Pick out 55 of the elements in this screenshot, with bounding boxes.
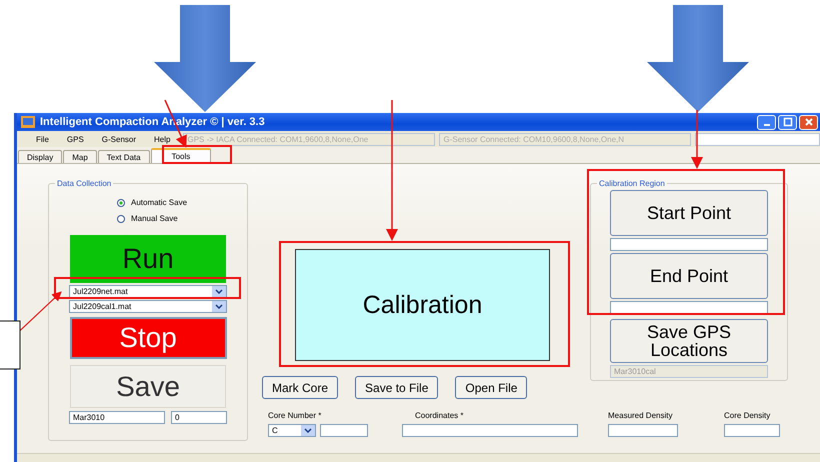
group-title: Data Collection (56, 179, 112, 188)
save-gps-button[interactable]: Save GPS Locations (610, 319, 768, 363)
calibration-button[interactable]: Calibration (295, 249, 550, 361)
app-icon (21, 116, 35, 128)
radio-label: Manual Save (130, 214, 178, 223)
input-field[interactable] (608, 424, 678, 437)
close-button[interactable] (799, 114, 818, 130)
radio-button[interactable] (116, 214, 125, 222)
field-label: Coordinates * (415, 411, 464, 420)
pointer-arrow (691, 110, 703, 169)
input-field[interactable] (695, 132, 820, 146)
start-point-button[interactable]: Start Point (610, 190, 768, 236)
input-field[interactable] (610, 301, 768, 314)
status-field: GPS -> IACA Connected: COM1,9600,8,None,One (183, 132, 436, 146)
field-label: Core Number * (268, 411, 322, 420)
minimize-button[interactable] (757, 114, 776, 130)
core-prefix-dropdown[interactable]: C (268, 424, 316, 437)
save-button[interactable]: Save (70, 365, 226, 408)
group-title: Calibration Region (598, 179, 666, 188)
highlight-frame (162, 145, 232, 164)
caret-icon (304, 428, 312, 433)
caret-icon (215, 304, 223, 309)
field-label: Measured Density (608, 411, 674, 420)
maximize-icon (782, 117, 792, 127)
input-field[interactable] (610, 238, 768, 251)
callout-box (0, 320, 20, 370)
menu-item[interactable]: Help (145, 134, 180, 144)
close-icon (804, 117, 814, 127)
run-button[interactable]: Run (70, 235, 226, 283)
input-field[interactable]: 0 (171, 411, 227, 424)
caret-icon (215, 289, 223, 294)
field-label: Core Density (724, 411, 772, 420)
maximize-button[interactable] (778, 114, 797, 130)
action-button[interactable]: Open File (455, 376, 528, 399)
tab[interactable]: Map (63, 150, 97, 163)
minimize-icon (764, 124, 770, 126)
tab[interactable]: Tools (150, 148, 212, 163)
input-field[interactable]: Mar3010 (69, 411, 165, 424)
tab[interactable]: Text Data (98, 150, 150, 163)
menu-item[interactable]: G-Sensor (92, 134, 146, 144)
input-field[interactable] (320, 424, 368, 437)
stop-button[interactable]: Stop (70, 317, 226, 359)
input-field[interactable] (402, 424, 578, 437)
tab[interactable]: Display (18, 150, 62, 163)
file-dropdown[interactable]: Jul2209cal1.mat (69, 300, 227, 313)
radio-label: Automatic Save (130, 198, 188, 207)
end-point-button[interactable]: End Point (610, 253, 768, 299)
input-field[interactable] (724, 424, 780, 437)
menu-item[interactable]: File (27, 134, 58, 144)
radio-button[interactable] (116, 198, 125, 206)
action-button[interactable]: Save to File (355, 376, 438, 399)
file-dropdown[interactable]: Jul2209net.mat (69, 285, 227, 298)
action-button[interactable]: Mark Core (262, 376, 338, 399)
menu-item[interactable]: GPS (58, 134, 93, 144)
status-field: G-Sensor Connected: COM10,9600,8,None,One,N (439, 132, 692, 146)
